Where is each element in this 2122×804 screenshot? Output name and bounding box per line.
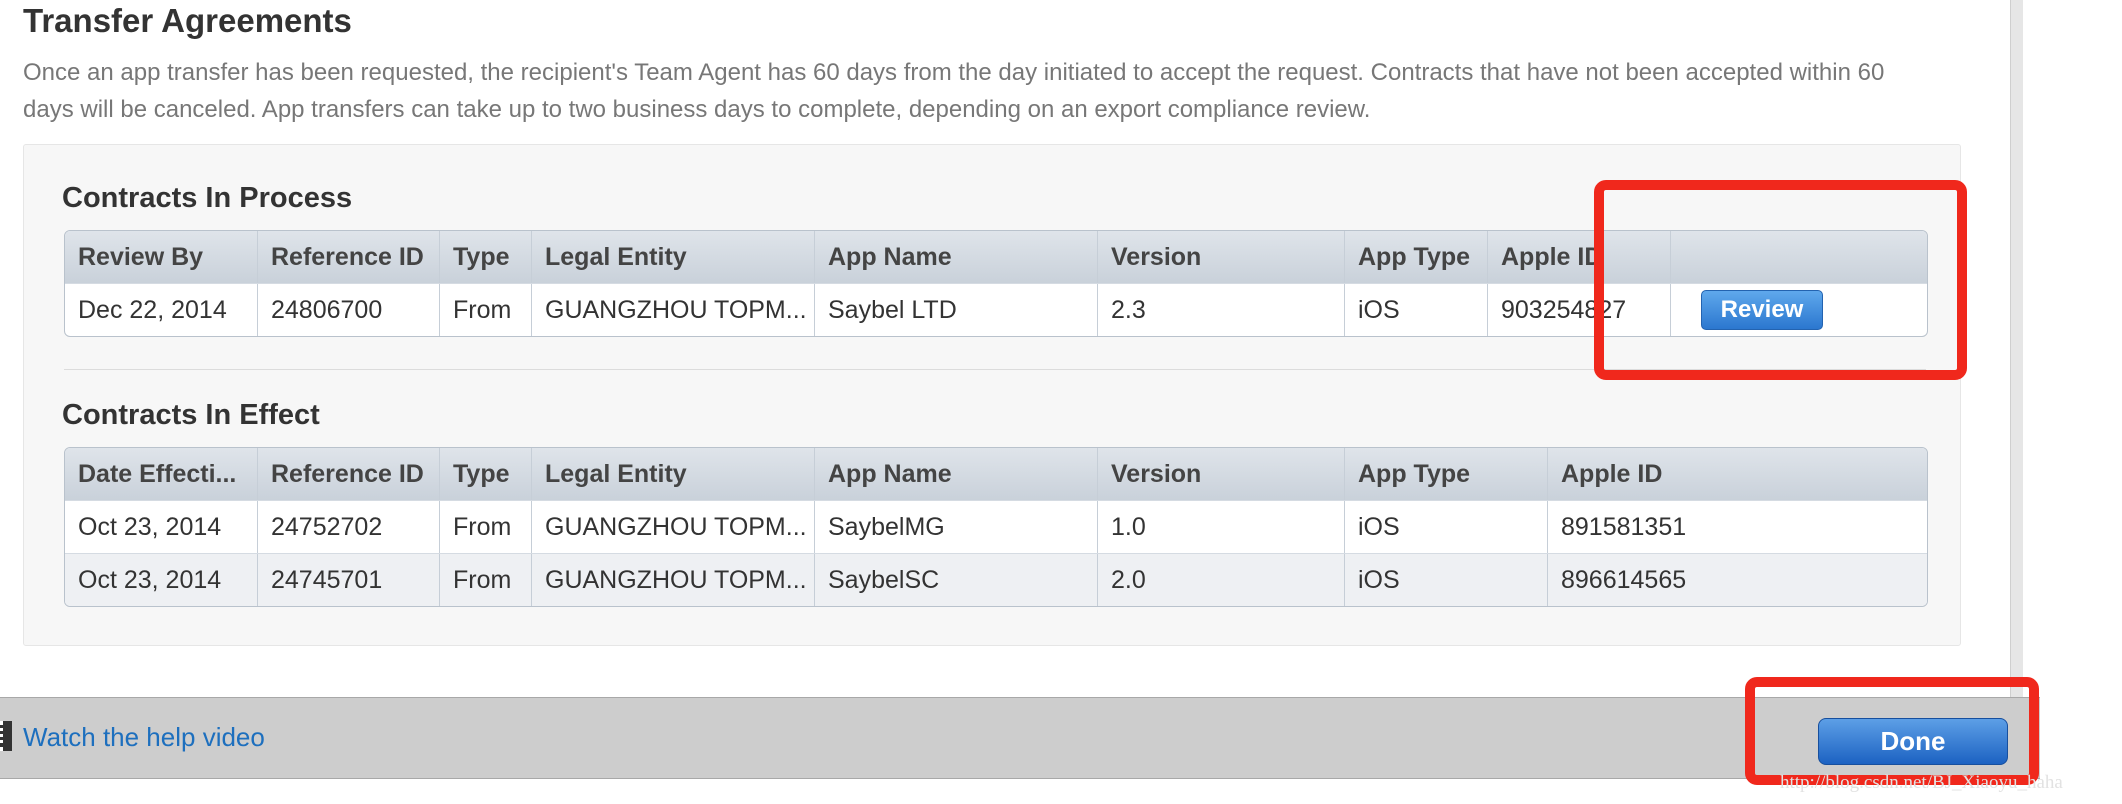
help-video-link[interactable]: Watch the help video <box>23 722 265 753</box>
table-row: Oct 23, 2014 24752702 From GUANGZHOU TOP… <box>65 500 1927 553</box>
table-cell: GUANGZHOU TOPM... <box>532 554 815 606</box>
film-icon <box>0 721 12 751</box>
column-header[interactable]: Legal Entity <box>532 231 815 283</box>
footer-bar <box>0 697 2040 779</box>
column-header[interactable]: Type <box>440 448 532 500</box>
watermark: http://blog.csdn.net/BJ_Xiaoyu_haha <box>1780 772 2063 793</box>
table-row: Oct 23, 2014 24745701 From GUANGZHOU TOP… <box>65 553 1927 606</box>
column-header[interactable]: Type <box>440 231 532 283</box>
column-header[interactable]: Reference ID <box>258 231 440 283</box>
table-cell: iOS <box>1345 284 1488 336</box>
table-cell: Oct 23, 2014 <box>65 501 258 553</box>
page-description: Once an app transfer has been requested,… <box>23 59 1885 123</box>
done-highlight-box <box>1745 677 2039 785</box>
table-cell: From <box>440 501 532 553</box>
table-cell: 896614565 <box>1561 565 1687 594</box>
table-cell: Oct 23, 2014 <box>65 554 258 606</box>
column-header[interactable]: App Type <box>1345 231 1488 283</box>
column-header[interactable]: Version <box>1098 231 1345 283</box>
column-header[interactable]: Review By <box>65 231 258 283</box>
table-cell: GUANGZHOU TOPM... <box>532 501 815 553</box>
table-header-row: Date Effecti... Reference ID Type Legal … <box>65 448 1927 500</box>
table-cell: 24806700 <box>258 284 440 336</box>
table-cell: 24752702 <box>258 501 440 553</box>
column-header[interactable]: Reference ID <box>258 448 440 500</box>
column-header[interactable]: Date Effecti... <box>65 448 258 500</box>
column-header[interactable]: Legal Entity <box>532 448 815 500</box>
review-highlight-box <box>1594 180 1967 380</box>
column-header[interactable]: App Name <box>815 448 1098 500</box>
table-cell: 2.3 <box>1098 284 1345 336</box>
table-cell: From <box>440 284 532 336</box>
page-title: Transfer Agreements <box>23 2 352 39</box>
window-edge <box>2010 0 2023 697</box>
table-cell: 1.0 <box>1098 501 1345 553</box>
table-cell: SaybelMG <box>815 501 1098 553</box>
table-cell: 24745701 <box>258 554 440 606</box>
in-process-heading: Contracts In Process <box>62 182 353 214</box>
table-cell: 891581351 <box>1561 512 1687 541</box>
column-header[interactable]: App Name <box>815 231 1098 283</box>
column-header[interactable]: App Type <box>1345 448 1548 500</box>
table-cell: SaybelSC <box>815 554 1098 606</box>
column-header[interactable]: Apple ID <box>1548 448 1927 500</box>
table-cell: GUANGZHOU TOPM... <box>532 284 815 336</box>
table-cell: Dec 22, 2014 <box>65 284 258 336</box>
column-header[interactable]: Version <box>1098 448 1345 500</box>
in-effect-table: Date Effecti... Reference ID Type Legal … <box>64 447 1928 607</box>
table-cell: 2.0 <box>1098 554 1345 606</box>
in-effect-heading: Contracts In Effect <box>62 399 320 431</box>
table-cell: Saybel LTD <box>815 284 1098 336</box>
table-cell: From <box>440 554 532 606</box>
table-cell: iOS <box>1345 501 1548 553</box>
table-cell: iOS <box>1345 554 1548 606</box>
